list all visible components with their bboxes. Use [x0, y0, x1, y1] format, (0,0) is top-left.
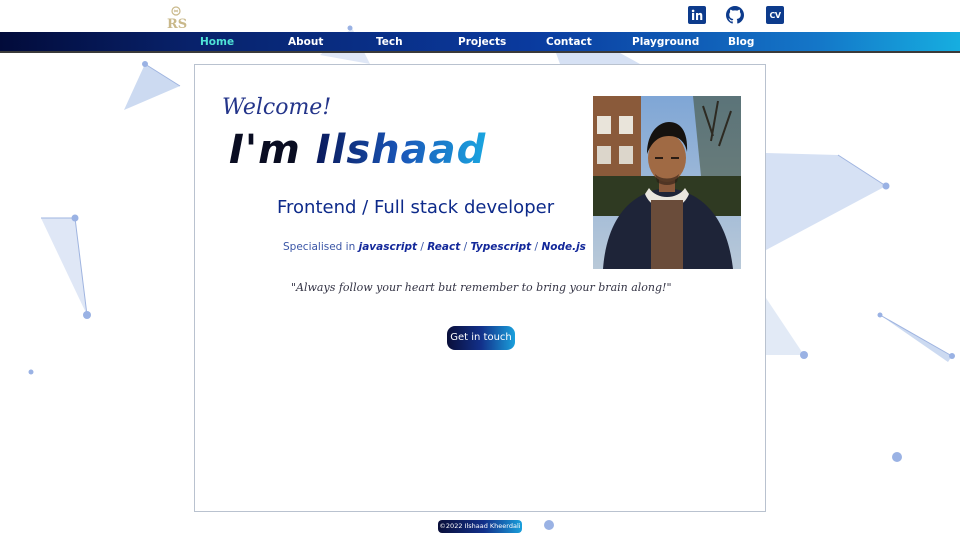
- tech-separator: /: [534, 241, 539, 253]
- get-in-touch-button[interactable]: Get in touch: [447, 326, 515, 350]
- copyright-badge: ©2022 Ilshaad Kheerdali: [438, 520, 522, 533]
- quote-text: "Always follow your heart but remember t…: [291, 281, 672, 294]
- specialised-line: Specialised in javascript / React / Type…: [283, 241, 586, 253]
- hero-card: Welcome! I'm Ilshaad Frontend / Full sta…: [194, 64, 766, 512]
- tech-nodejs: Node.js: [541, 241, 586, 253]
- nav-item-playground[interactable]: Playground: [632, 34, 699, 51]
- role-title: Frontend / Full stack developer: [277, 197, 555, 218]
- tech-javascript: javascript: [358, 241, 418, 253]
- nav-item-blog[interactable]: Blog: [728, 34, 754, 51]
- name-heading: I'm Ilshaad: [229, 127, 486, 173]
- tech-react: React: [427, 241, 461, 253]
- specialised-prefix: Specialised in: [283, 241, 356, 253]
- tech-separator: /: [463, 241, 468, 253]
- nav-item-projects[interactable]: Projects: [458, 34, 506, 51]
- im-text: I'm: [229, 127, 301, 173]
- name-text: Ilshaad: [315, 127, 487, 173]
- main-nav: Home About Tech Projects Contact Playgro…: [0, 32, 960, 53]
- nav-item-tech[interactable]: Tech: [376, 34, 403, 51]
- tech-typescript: Typescript: [470, 241, 532, 253]
- welcome-heading: Welcome!: [222, 95, 332, 120]
- nav-item-contact[interactable]: Contact: [546, 34, 592, 51]
- github-icon[interactable]: [726, 6, 744, 24]
- svg-text:RS: RS: [167, 17, 187, 30]
- logo-icon[interactable]: RS: [163, 4, 189, 32]
- cv-icon[interactable]: CV: [766, 6, 784, 24]
- profile-photo: [593, 96, 741, 269]
- tech-separator: /: [420, 241, 424, 253]
- cv-label: CV: [769, 10, 781, 20]
- nav-item-home[interactable]: Home: [200, 34, 234, 51]
- nav-item-about[interactable]: About: [288, 34, 323, 51]
- linkedin-icon[interactable]: [688, 6, 706, 24]
- top-header: RS CV: [0, 0, 960, 32]
